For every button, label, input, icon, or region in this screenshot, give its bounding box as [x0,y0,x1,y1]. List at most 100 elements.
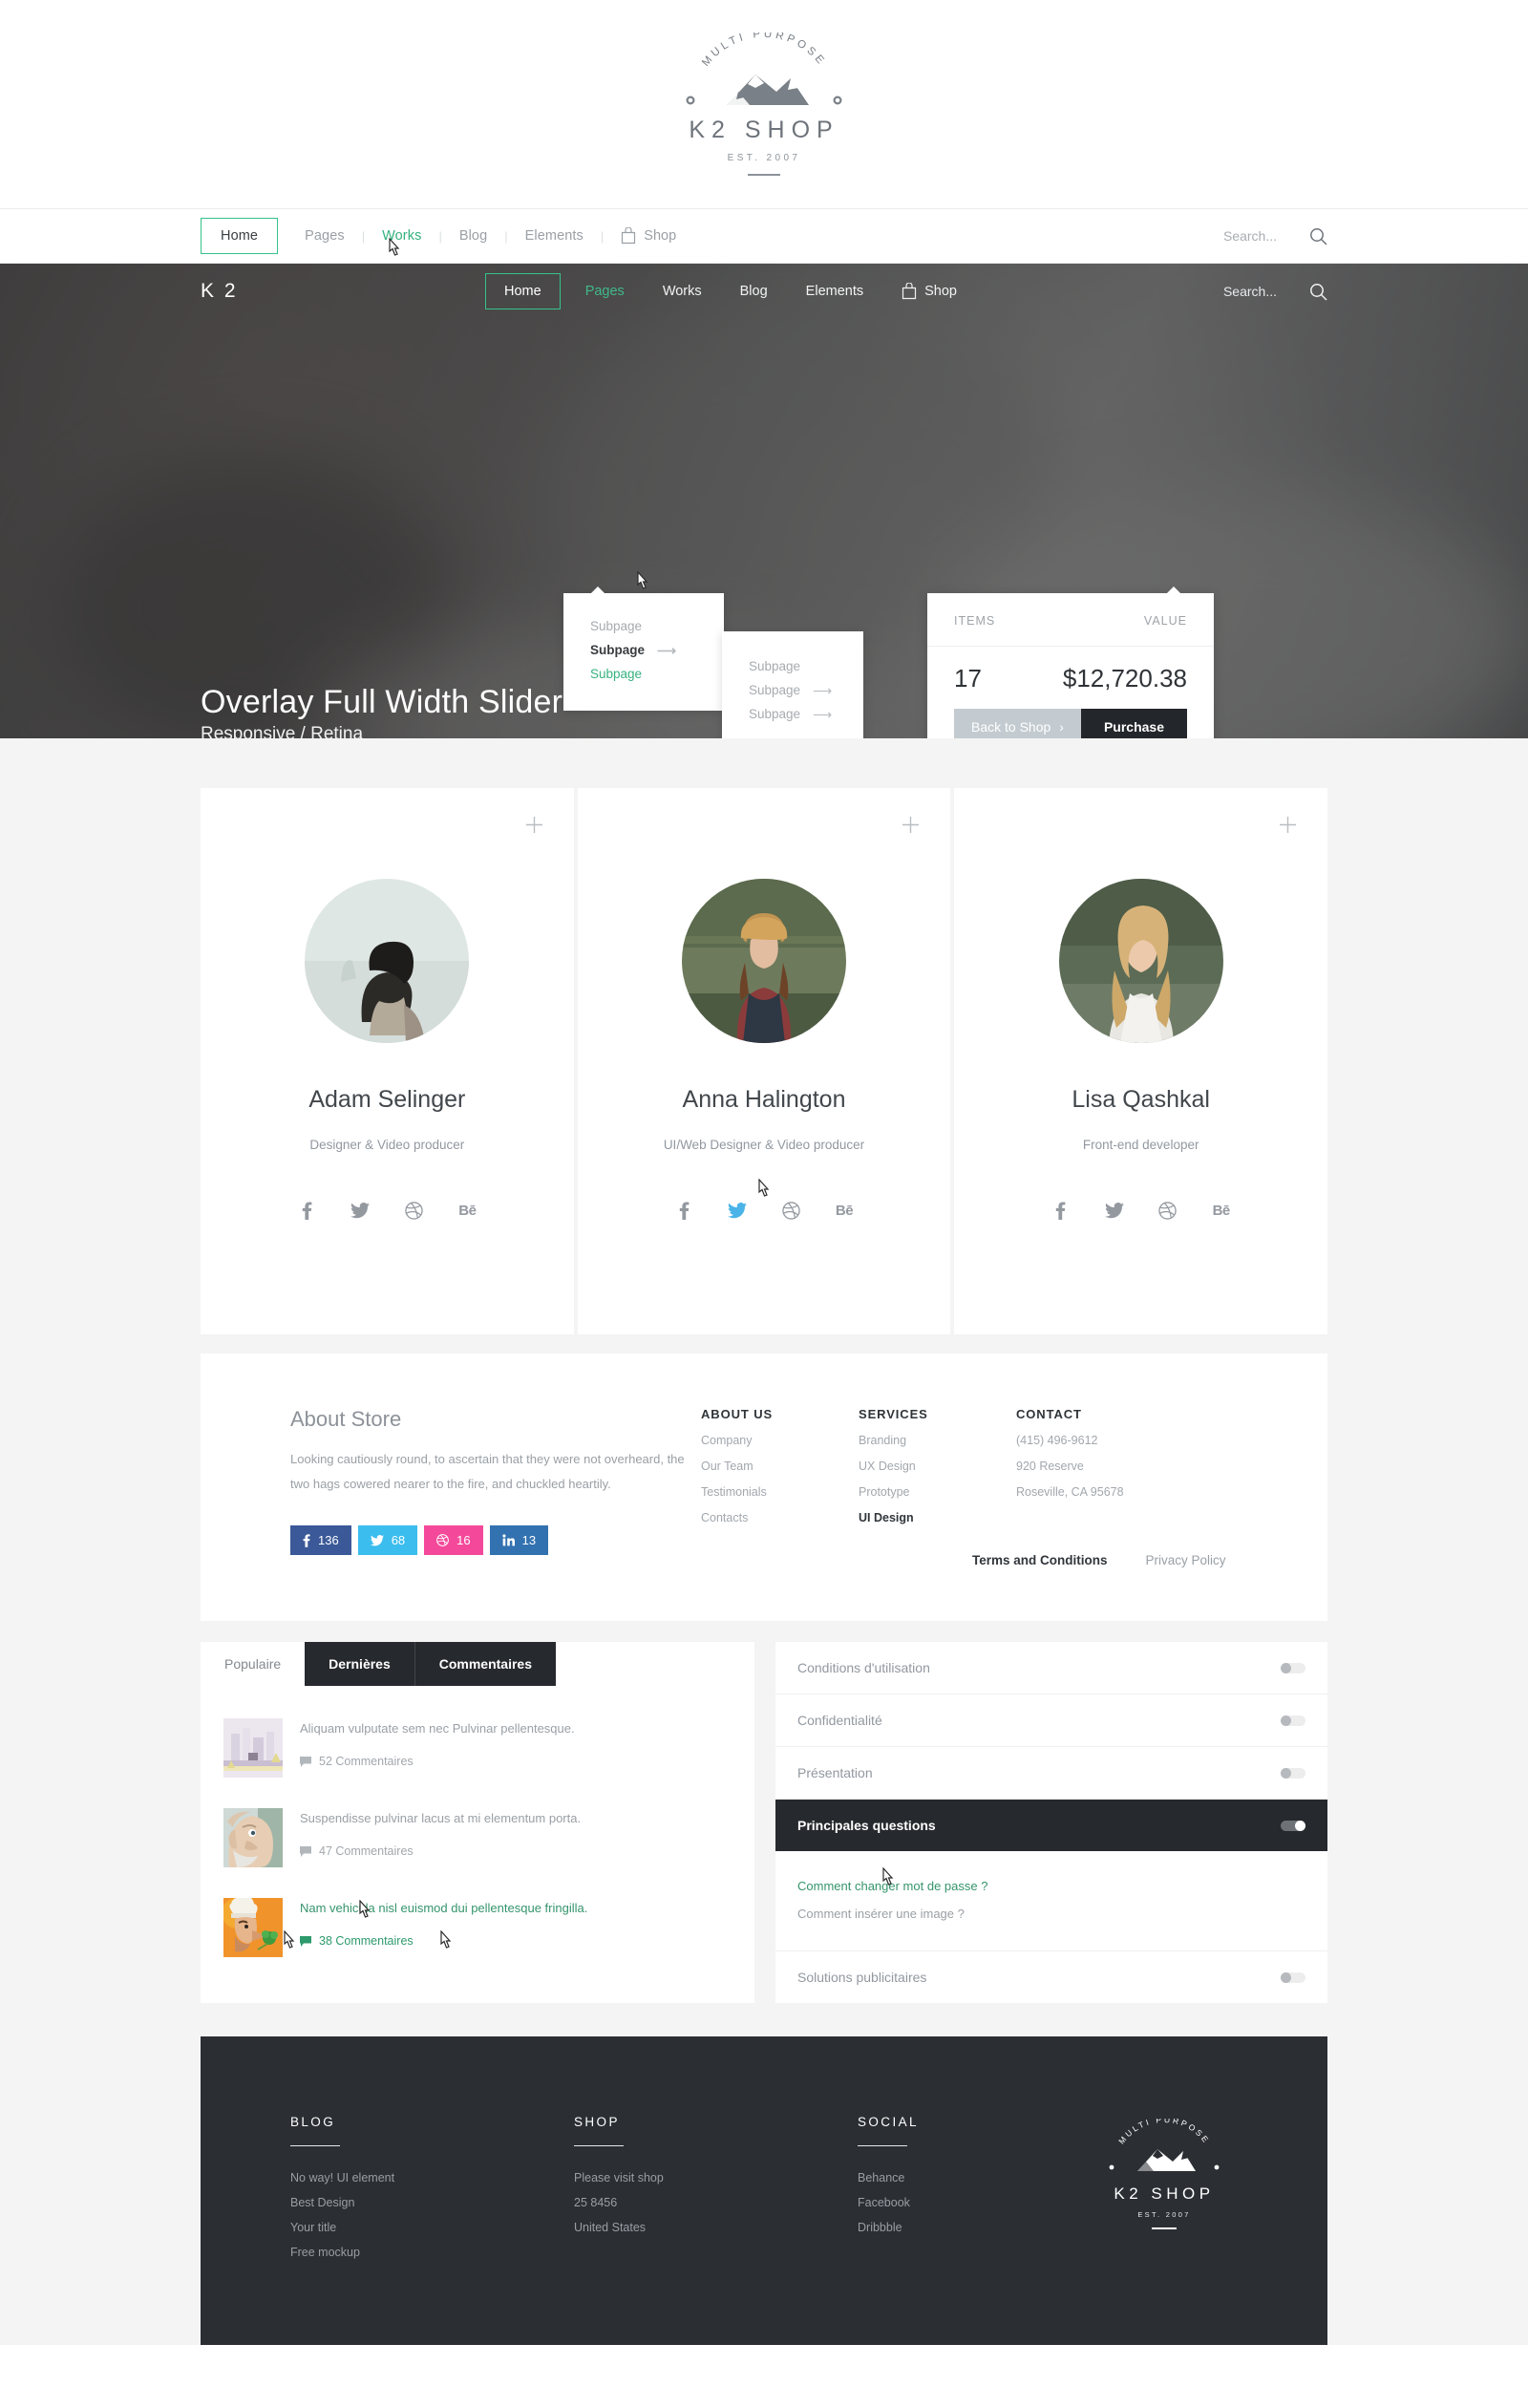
plus-icon[interactable] [1280,817,1297,833]
dropdown-item-subpage-1[interactable]: Subpage [590,614,697,638]
brand-logo[interactable]: MULTI PURPOSE K2 SHOP EST. 2007 [664,32,864,176]
hero-nav-item-works[interactable]: Works [644,284,721,299]
footer-link[interactable]: Free mockup [290,2246,574,2259]
behance-icon[interactable]: Bē [456,1200,478,1221]
twitter-icon[interactable] [350,1200,371,1221]
footer-heading: BLOG [290,2115,336,2129]
hero-nav-item-shop[interactable]: Shop [882,283,976,300]
purchase-button[interactable]: Purchase [1080,709,1187,738]
hero-nav-item-pages[interactable]: Pages [566,284,644,299]
nav-item-shop[interactable]: Shop [605,227,692,245]
site-header-logo-area: MULTI PURPOSE K2 SHOP EST. 2007 [0,0,1528,208]
privacy-policy-link[interactable]: Privacy Policy [1146,1553,1226,1567]
submenu-item-label: Subpage [749,707,801,721]
search-icon[interactable] [1309,283,1327,301]
plus-icon[interactable] [902,817,920,833]
twitter-icon[interactable] [727,1200,748,1221]
search-icon[interactable] [1309,227,1327,245]
tab-dernieres[interactable]: Dernières [305,1642,414,1686]
hero-nav-item-blog[interactable]: Blog [721,284,787,299]
mountain-emblem-icon: MULTI PURPOSE [1109,2115,1220,2171]
list-item[interactable]: Nam vehicula nisl euismod dui pellentesq… [223,1883,732,1972]
link-ui-design[interactable]: UI Design [859,1511,1016,1524]
nav-item-pages[interactable]: Pages [288,229,361,244]
dribbble-icon[interactable] [780,1200,801,1221]
submenu-item-subpage-1[interactable]: Subpage [749,654,837,678]
footer-link[interactable]: Please visit shop [574,2171,858,2184]
hero-logo[interactable]: K 2 [201,280,238,303]
pages-dropdown-menu[interactable]: Subpage Subpage ⟶ Subpage [563,586,724,711]
link-company[interactable]: Company [701,1434,859,1447]
list-item[interactable]: Aliquam vulputate sem nec Pulvinar pelle… [223,1703,732,1793]
facebook-icon[interactable] [1050,1200,1072,1221]
dribbble-counter[interactable]: 16 [424,1525,483,1555]
faq-accordion: Conditions d'utilisation Confidentialité… [775,1642,1327,2003]
contact-phone[interactable]: (415) 496-9612 [1016,1434,1226,1447]
tab-commentaires[interactable]: Commentaires [414,1642,557,1686]
link-ux-design[interactable]: UX Design [859,1460,1016,1473]
link-prototype[interactable]: Prototype [859,1485,1016,1499]
faq-link-change-password[interactable]: Comment changer mot de passe ? [797,1872,1305,1900]
accordion-row-solutions-publicitaires[interactable]: Solutions publicitaires [775,1951,1327,2003]
header-search[interactable]: Search... [1223,227,1327,245]
submenu-item-subpage-3[interactable]: Subpage ⟶ [749,702,837,726]
footer-logo[interactable]: MULTI PURPOSE K2 SHOP EST. 2007 [1093,2115,1236,2229]
post-comments[interactable]: 38 Commentaires [300,1934,587,1948]
dribbble-icon[interactable] [1157,1200,1178,1221]
nav-item-blog[interactable]: Blog [443,229,503,244]
facebook-counter[interactable]: 136 [290,1525,351,1555]
linkedin-counter[interactable]: 13 [489,1525,549,1555]
footer-link[interactable]: Your title [290,2221,574,2234]
behance-icon[interactable]: Bē [834,1200,855,1221]
accordion-row-confidentialite[interactable]: Confidentialité [775,1694,1327,1747]
back-to-shop-button[interactable]: Back to Shop › [954,709,1081,738]
team-card[interactable]: Adam Selinger Designer & Video producer … [201,788,574,1334]
terms-and-conditions-link[interactable]: Terms and Conditions [972,1553,1108,1567]
toggle-switch[interactable] [1281,1820,1305,1831]
nav-item-elements[interactable]: Elements [509,229,600,244]
behance-icon[interactable]: Bē [1211,1200,1232,1221]
hero-search[interactable]: Search... [1223,283,1327,301]
toggle-switch[interactable] [1281,1715,1305,1726]
post-title[interactable]: Nam vehicula nisl euismod dui pellentesq… [300,1898,587,1918]
pages-submenu-dropdown[interactable]: Subpage Subpage ⟶ Subpage ⟶ [722,631,863,738]
twitter-icon[interactable] [1104,1200,1125,1221]
hero-search-input[interactable]: Search... [1223,284,1277,299]
accordion-label: Conditions d'utilisation [797,1660,930,1675]
dropdown-item-subpage-2[interactable]: Subpage ⟶ [590,638,697,662]
facebook-icon[interactable] [673,1200,694,1221]
submenu-item-subpage-2[interactable]: Subpage ⟶ [749,678,837,702]
search-input[interactable]: Search... [1223,228,1277,244]
faq-link-insert-image[interactable]: Comment insérer une image ? [797,1900,1305,1928]
link-branding[interactable]: Branding [859,1434,1016,1447]
toggle-switch[interactable] [1281,1971,1305,1983]
cart-items-count: 17 [954,664,982,693]
dropdown-item-subpage-3[interactable]: Subpage [590,662,697,686]
footer-link[interactable]: No way! UI element [290,2171,574,2184]
hero-nav-item-elements[interactable]: Elements [787,284,882,299]
link-contacts[interactable]: Contacts [701,1511,859,1524]
accordion-row-conditions[interactable]: Conditions d'utilisation [775,1642,1327,1694]
nav-item-works[interactable]: Works [366,229,437,244]
accordion-row-presentation[interactable]: Présentation [775,1747,1327,1800]
nav-item-home[interactable]: Home [201,217,279,255]
post-title[interactable]: Suspendisse pulvinar lacus at mi element… [300,1808,581,1828]
post-title[interactable]: Aliquam vulputate sem nec Pulvinar pelle… [300,1718,575,1738]
facebook-icon[interactable] [296,1200,317,1221]
footer-link[interactable]: Best Design [290,2196,574,2209]
comment-count: 47 Commentaires [319,1844,414,1859]
toggle-switch[interactable] [1281,1767,1305,1779]
toggle-switch[interactable] [1281,1662,1305,1673]
link-testimonials[interactable]: Testimonials [701,1485,859,1499]
hero-nav-item-home[interactable]: Home [485,273,561,309]
list-item[interactable]: Suspendisse pulvinar lacus at mi element… [223,1793,732,1883]
dribbble-icon[interactable] [403,1200,424,1221]
team-card[interactable]: Anna Halington UI/Web Designer & Video p… [577,788,951,1334]
twitter-counter[interactable]: 68 [357,1525,418,1555]
team-card[interactable]: Lisa Qashkal Front-end developer Bē [954,788,1328,1334]
cart-dropdown[interactable]: ITEMS VALUE 17 $12,720.38 Back to Shop ›… [927,586,1214,738]
tab-populaire[interactable]: Populaire [201,1642,306,1686]
plus-icon[interactable] [525,817,542,833]
accordion-row-principales-questions[interactable]: Principales questions [775,1800,1327,1851]
link-our-team[interactable]: Our Team [701,1460,859,1473]
